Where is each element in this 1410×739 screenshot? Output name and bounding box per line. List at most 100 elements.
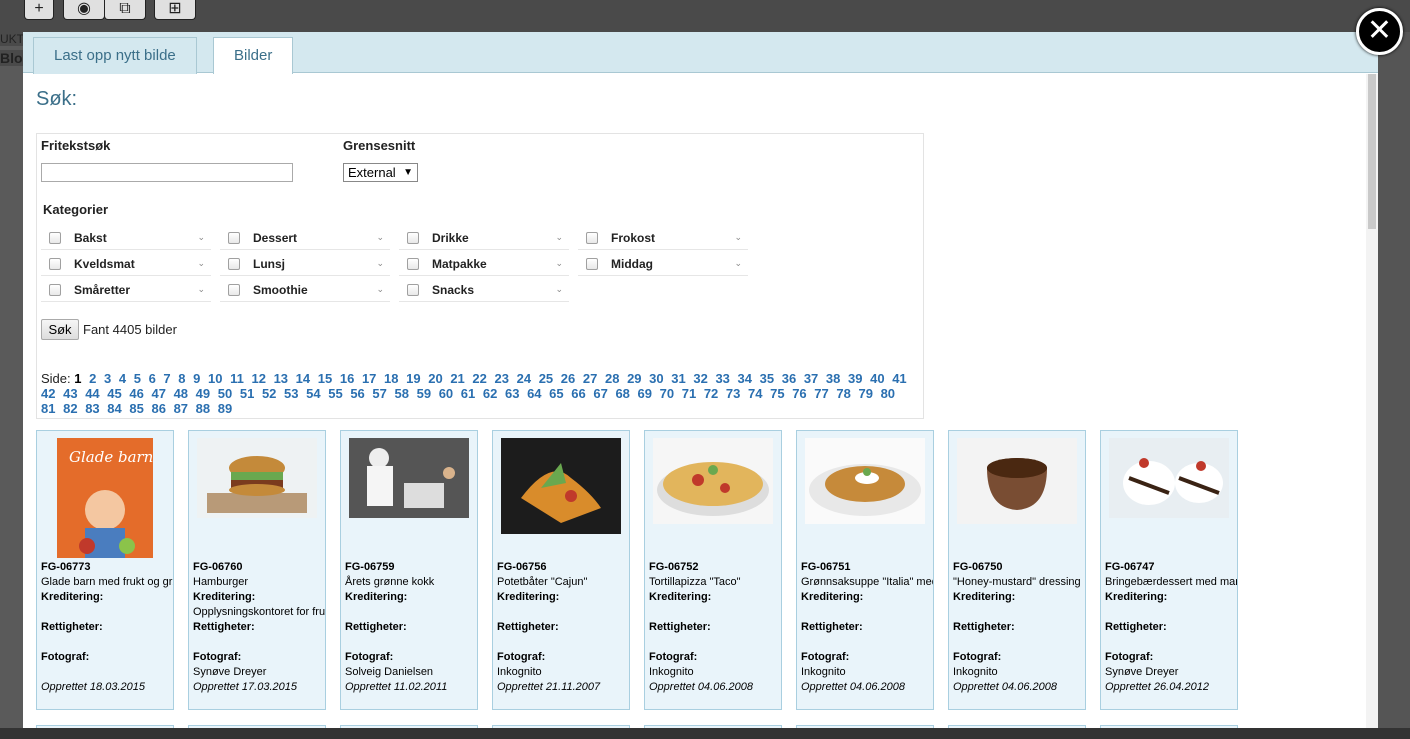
- category-option[interactable]: Smoothie ⌄: [220, 278, 390, 302]
- image-card-next-row[interactable]: [492, 725, 630, 728]
- category-checkbox[interactable]: [228, 232, 240, 244]
- page-link[interactable]: 54: [306, 386, 320, 401]
- page-link[interactable]: 43: [63, 386, 77, 401]
- page-link[interactable]: 47: [151, 386, 165, 401]
- page-link[interactable]: 79: [858, 386, 872, 401]
- category-option[interactable]: Bakst ⌄: [41, 226, 211, 250]
- image-thumbnail[interactable]: [957, 438, 1077, 524]
- image-thumbnail[interactable]: [653, 438, 773, 524]
- page-link[interactable]: 57: [372, 386, 386, 401]
- page-link[interactable]: 84: [107, 401, 121, 416]
- page-link[interactable]: 80: [881, 386, 895, 401]
- image-thumbnail[interactable]: Glade barn: [57, 438, 153, 558]
- page-link[interactable]: 86: [151, 401, 165, 416]
- category-option[interactable]: Drikke ⌄: [399, 226, 569, 250]
- page-link[interactable]: 34: [738, 371, 752, 386]
- image-card[interactable]: FG-06760 Hamburger Kreditering: Opplysnings…: [188, 430, 326, 710]
- page-link[interactable]: 63: [505, 386, 519, 401]
- image-thumbnail[interactable]: [501, 438, 621, 534]
- page-link[interactable]: 78: [836, 386, 850, 401]
- category-option[interactable]: Dessert ⌄: [220, 226, 390, 250]
- image-thumbnail[interactable]: [349, 438, 469, 518]
- image-card[interactable]: FG-06756 Potetbåter "Cajun" Kreditering: Re…: [492, 430, 630, 710]
- page-link[interactable]: 48: [174, 386, 188, 401]
- page-link[interactable]: 71: [682, 386, 696, 401]
- page-link[interactable]: 18: [384, 371, 398, 386]
- image-card[interactable]: FG-06750 "Honey-mustard" dressing Krediter…: [948, 430, 1086, 710]
- page-link[interactable]: 70: [660, 386, 674, 401]
- page-link[interactable]: 51: [240, 386, 254, 401]
- chevron-down-icon[interactable]: ⌄: [376, 232, 384, 243]
- page-link[interactable]: 74: [748, 386, 762, 401]
- page-link[interactable]: 32: [693, 371, 707, 386]
- page-link[interactable]: 76: [792, 386, 806, 401]
- page-link[interactable]: 53: [284, 386, 298, 401]
- image-thumbnail[interactable]: [805, 438, 925, 524]
- page-link[interactable]: 60: [439, 386, 453, 401]
- page-link[interactable]: 9: [193, 371, 200, 386]
- page-link[interactable]: 25: [539, 371, 553, 386]
- page-link[interactable]: 44: [85, 386, 99, 401]
- category-option[interactable]: Kveldsmat ⌄: [41, 252, 211, 276]
- page-link[interactable]: 59: [417, 386, 431, 401]
- page-link[interactable]: 28: [605, 371, 619, 386]
- image-thumbnail[interactable]: [1109, 438, 1229, 518]
- page-link[interactable]: 77: [814, 386, 828, 401]
- page-link[interactable]: 69: [638, 386, 652, 401]
- page-link[interactable]: 39: [848, 371, 862, 386]
- image-card-next-row[interactable]: [1100, 725, 1238, 728]
- page-link[interactable]: 72: [704, 386, 718, 401]
- page-link[interactable]: 22: [472, 371, 486, 386]
- page-link[interactable]: 87: [174, 401, 188, 416]
- page-link[interactable]: 75: [770, 386, 784, 401]
- image-card[interactable]: Glade barn FG-06773 Glade barn med frukt o…: [36, 430, 174, 710]
- category-option[interactable]: Matpakke ⌄: [399, 252, 569, 276]
- chevron-down-icon[interactable]: ⌄: [197, 232, 205, 243]
- page-link[interactable]: 3: [104, 371, 111, 386]
- page-link[interactable]: 40: [870, 371, 884, 386]
- category-checkbox[interactable]: [586, 232, 598, 244]
- category-option[interactable]: Frokost ⌄: [578, 226, 748, 250]
- category-option[interactable]: Lunsj ⌄: [220, 252, 390, 276]
- image-card-next-row[interactable]: [36, 725, 174, 728]
- page-link[interactable]: 17: [362, 371, 376, 386]
- page-link[interactable]: 31: [671, 371, 685, 386]
- page-link[interactable]: 83: [85, 401, 99, 416]
- page-link[interactable]: 73: [726, 386, 740, 401]
- page-link[interactable]: 29: [627, 371, 641, 386]
- tab-images[interactable]: Bilder: [213, 37, 294, 74]
- page-link[interactable]: 16: [340, 371, 354, 386]
- page-link[interactable]: 7: [163, 371, 170, 386]
- page-link[interactable]: 8: [178, 371, 185, 386]
- freetext-search-input[interactable]: [41, 163, 293, 182]
- page-link[interactable]: 89: [218, 401, 232, 416]
- category-option[interactable]: Middag ⌄: [578, 252, 748, 276]
- image-card-next-row[interactable]: [796, 725, 934, 728]
- image-card[interactable]: FG-06752 Tortillapizza "Taco" Kreditering:…: [644, 430, 782, 710]
- image-card[interactable]: FG-06751 Grønnsaksuppe "Italia" med Kredit…: [796, 430, 934, 710]
- category-checkbox[interactable]: [49, 284, 61, 296]
- category-checkbox[interactable]: [407, 232, 419, 244]
- category-option[interactable]: Snacks ⌄: [399, 278, 569, 302]
- image-card[interactable]: FG-06747 Bringebærdessert med marengs Kred…: [1100, 430, 1238, 710]
- category-checkbox[interactable]: [228, 258, 240, 270]
- page-link[interactable]: 6: [149, 371, 156, 386]
- page-link[interactable]: 13: [274, 371, 288, 386]
- category-checkbox[interactable]: [407, 258, 419, 270]
- category-checkbox[interactable]: [49, 258, 61, 270]
- image-thumbnail[interactable]: [197, 438, 317, 518]
- page-link[interactable]: 50: [218, 386, 232, 401]
- chevron-down-icon[interactable]: ⌄: [197, 284, 205, 295]
- page-link[interactable]: 21: [450, 371, 464, 386]
- chevron-down-icon[interactable]: ⌄: [555, 258, 563, 269]
- category-checkbox[interactable]: [407, 284, 419, 296]
- page-link[interactable]: 37: [804, 371, 818, 386]
- page-link[interactable]: 61: [461, 386, 475, 401]
- page-link[interactable]: 30: [649, 371, 663, 386]
- page-link[interactable]: 42: [41, 386, 55, 401]
- tab-upload-image[interactable]: Last opp nytt bilde: [33, 37, 197, 74]
- page-link[interactable]: 1: [74, 371, 81, 386]
- image-card-next-row[interactable]: [188, 725, 326, 728]
- page-link[interactable]: 41: [892, 371, 906, 386]
- page-link[interactable]: 4: [119, 371, 126, 386]
